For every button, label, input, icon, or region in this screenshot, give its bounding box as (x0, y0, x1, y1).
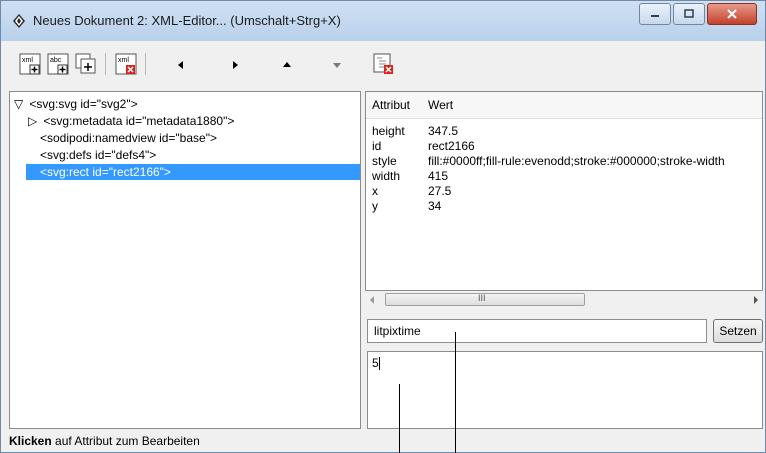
delete-attribute-button[interactable] (371, 51, 397, 77)
text-cursor (378, 357, 380, 371)
attribute-value-textarea[interactable]: 5 (367, 351, 763, 429)
tree-node-label: <sodipodi:namedview id="base"> (40, 131, 217, 145)
title-bar[interactable]: Neues Dokument 2: XML-Editor... (Umschal… (1, 1, 765, 41)
duplicate-node-button[interactable] (73, 51, 99, 77)
raise-node-button[interactable] (279, 57, 295, 73)
scrollbar-thumb[interactable]: III (385, 293, 585, 306)
toolbar-separator (105, 53, 106, 75)
scroll-left-icon[interactable] (369, 296, 375, 304)
minimize-button[interactable] (639, 3, 671, 25)
node-toolbar: xml abc xml (9, 45, 361, 85)
indent-button[interactable] (227, 57, 243, 73)
arrow-down-icon (333, 63, 341, 68)
new-text-node-icon: abc (47, 53, 69, 75)
expand-triangle-icon[interactable]: ▷ (28, 113, 40, 129)
delete-node-button[interactable]: xml (113, 51, 139, 77)
status-text: auf Attribut zum Bearbeiten (51, 434, 200, 448)
attribute-value: rect2166 (428, 139, 475, 153)
toolbar-separator (145, 53, 146, 75)
tree-node-rect-selected[interactable]: <svg:rect id="rect2166"> (26, 164, 360, 180)
window-title: Neues Dokument 2: XML-Editor... (Umschal… (33, 13, 341, 28)
minimize-icon (651, 15, 659, 17)
tree-node-label: <svg:rect id="rect2166"> (40, 165, 171, 179)
attribute-key: y (372, 199, 378, 213)
attribute-name-input[interactable]: litpixtime (367, 319, 707, 343)
tree-node-label: <svg:svg id="svg2"> (29, 97, 138, 111)
attribute-list-hscrollbar[interactable]: III (365, 291, 763, 309)
close-icon (727, 9, 737, 19)
svg-text:xml: xml (118, 57, 129, 64)
attribute-list[interactable]: Attribut Wert height 347.5 id rect2166 s… (365, 91, 763, 291)
attribute-list-header: Attribut Wert (366, 92, 762, 119)
svg-text:xml: xml (22, 57, 33, 64)
collapse-triangle-icon[interactable]: ▽ (14, 96, 26, 112)
tree-node-defs[interactable]: <svg:defs id="defs4"> (40, 147, 156, 163)
attribute-value: 415 (428, 169, 449, 183)
lower-node-button[interactable] (329, 57, 345, 73)
attribute-key: height (372, 124, 405, 138)
attribute-key: style (372, 154, 397, 168)
column-header-value[interactable]: Wert (428, 92, 453, 118)
new-text-node-button[interactable]: abc (45, 51, 71, 77)
scroll-right-icon[interactable] (753, 296, 759, 304)
duplicate-node-icon (75, 53, 96, 74)
new-element-node-icon: xml (19, 53, 41, 75)
maximize-icon (684, 9, 694, 18)
inkscape-app-icon (13, 14, 25, 28)
unindent-button[interactable] (173, 57, 189, 73)
xml-tree[interactable]: ▽ <svg:svg id="svg2"> ▷ <svg:metadata id… (9, 91, 361, 429)
attribute-key: id (372, 139, 382, 153)
attribute-value: 27.5 (428, 184, 452, 198)
arrow-right-icon (233, 61, 238, 69)
callout-line-name (455, 332, 456, 453)
tree-node-label: <svg:metadata id="metadata1880"> (43, 114, 235, 128)
tree-node-label: <svg:defs id="defs4"> (40, 148, 157, 162)
delete-attribute-icon (373, 53, 393, 74)
maximize-button[interactable] (673, 3, 705, 25)
attribute-value-text: 5 (372, 356, 379, 370)
close-button[interactable] (707, 3, 757, 25)
attribute-value: 34 (428, 199, 442, 213)
attribute-key: width (372, 169, 401, 183)
xml-editor-window: Neues Dokument 2: XML-Editor... (Umschal… (0, 0, 766, 453)
attribute-toolbar (365, 45, 761, 85)
arrow-up-icon (283, 62, 291, 67)
column-header-attribute[interactable]: Attribut (372, 92, 410, 118)
arrow-left-icon (178, 61, 183, 69)
new-element-node-button[interactable]: xml (17, 51, 43, 77)
tree-node-namedview[interactable]: <sodipodi:namedview id="base"> (40, 130, 217, 146)
svg-text:abc: abc (50, 57, 62, 64)
callout-line-value (399, 384, 400, 453)
attribute-value: fill:#0000ff;fill-rule:evenodd;stroke:#0… (428, 154, 725, 168)
attribute-value: 347.5 (428, 124, 459, 138)
set-attribute-button[interactable]: Setzen (713, 319, 763, 343)
status-bar: Klicken auf Attribut zum Bearbeiten (9, 431, 761, 451)
scroll-grip: III (478, 293, 486, 303)
delete-node-icon: xml (115, 53, 137, 75)
status-bold-text: Klicken (9, 434, 52, 448)
attribute-key: x (372, 184, 378, 198)
tree-node-svg[interactable]: ▽ <svg:svg id="svg2"> (14, 96, 138, 112)
tree-node-metadata[interactable]: ▷ <svg:metadata id="metadata1880"> (28, 113, 234, 129)
